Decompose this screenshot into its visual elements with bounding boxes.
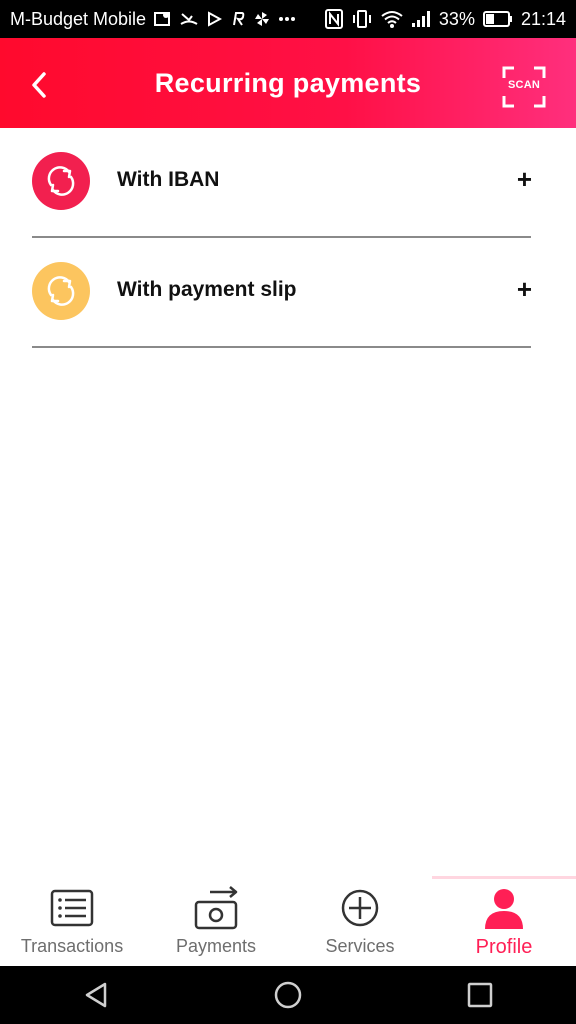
play-store-icon <box>206 11 223 27</box>
iban-icon-circle <box>32 152 90 210</box>
payment-slip-icon-circle <box>32 262 90 320</box>
active-tab-indicator <box>432 876 576 879</box>
circle-home-icon <box>274 981 302 1009</box>
back-button[interactable] <box>22 68 56 102</box>
wifi-icon <box>381 10 403 28</box>
divider <box>32 346 531 348</box>
list-item-label: With payment slip <box>117 278 297 301</box>
add-payment-slip-icon[interactable]: + <box>517 274 532 305</box>
signal-icon <box>411 10 431 28</box>
app-notification-icon <box>230 11 246 27</box>
system-home-button[interactable] <box>248 966 328 1024</box>
app-header: Recurring payments SCAN <box>0 38 576 128</box>
nfc-icon <box>324 9 343 29</box>
system-navigation-bar <box>0 966 576 1024</box>
bottom-navigation: Transactions Payments Services Profile <box>0 876 576 966</box>
list-item-with-payment-slip[interactable]: With payment slip + <box>0 238 576 348</box>
triangle-back-icon <box>85 982 107 1008</box>
status-bar: M-Budget Mobile 33% 21:14 <box>0 0 576 38</box>
tab-payments[interactable]: Payments <box>144 876 288 966</box>
scan-button[interactable]: SCAN <box>502 66 546 108</box>
battery-percent: 33% <box>438 8 475 29</box>
more-notifications-icon <box>278 16 296 22</box>
battery-icon <box>482 11 513 27</box>
clock: 21:14 <box>520 8 566 29</box>
chevron-left-icon <box>32 72 46 98</box>
payment-icon <box>192 886 240 930</box>
vibrate-icon <box>351 9 373 29</box>
carrier-name: M-Budget Mobile <box>10 8 147 29</box>
list-item-label: With IBAN <box>117 168 220 191</box>
pinwheel-icon <box>254 11 270 27</box>
refresh-icon <box>47 166 75 196</box>
list-icon <box>50 886 94 930</box>
system-back-button[interactable] <box>56 966 136 1024</box>
system-recents-button[interactable] <box>440 966 520 1024</box>
tab-label: Profile <box>475 936 533 958</box>
list-item-with-iban[interactable]: With IBAN + <box>0 128 576 238</box>
square-recents-icon <box>467 982 493 1008</box>
add-iban-payment-icon[interactable]: + <box>517 164 532 195</box>
tab-profile[interactable]: Profile <box>432 876 576 966</box>
tab-label: Transactions <box>20 936 124 956</box>
tab-label: Payments <box>175 936 257 956</box>
tab-label: Services <box>325 936 395 956</box>
user-icon <box>483 886 525 930</box>
tab-services[interactable]: Services <box>288 876 432 966</box>
status-left: M-Budget Mobile <box>10 9 296 30</box>
missed-call-icon <box>180 11 198 27</box>
scan-label: SCAN <box>508 79 540 91</box>
plus-circle-icon <box>340 886 380 930</box>
recurring-payment-options: With IBAN + With payment slip + <box>0 128 576 348</box>
page-title: Recurring payments <box>154 67 422 98</box>
status-right: 33% 21:14 <box>324 8 566 30</box>
refresh-icon <box>47 276 75 306</box>
tab-transactions[interactable]: Transactions <box>0 876 144 966</box>
image-notification-icon <box>154 11 172 27</box>
